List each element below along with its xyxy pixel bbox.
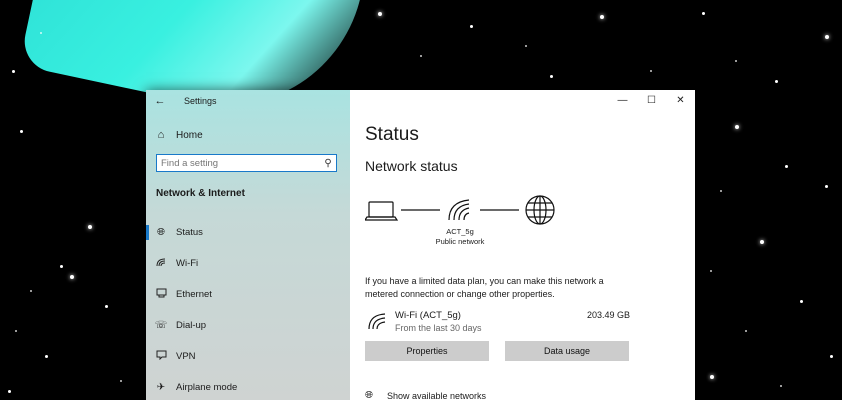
star <box>70 275 74 279</box>
star <box>550 75 553 78</box>
star <box>830 355 833 358</box>
star <box>800 300 803 303</box>
star <box>825 185 828 188</box>
show-networks-link[interactable]: 🌐︎ Show available networks <box>365 390 486 400</box>
app-title: Settings <box>184 96 217 106</box>
star <box>710 270 712 272</box>
globe-icon: 🌐︎ <box>365 390 373 400</box>
minimize-button[interactable]: — <box>608 90 637 110</box>
globe-icon <box>525 195 555 225</box>
star <box>702 12 705 15</box>
page-title: Status <box>365 124 419 145</box>
star <box>600 15 604 19</box>
info-text: If you have a limited data plan, you can… <box>365 276 604 299</box>
vpn-icon <box>146 350 176 363</box>
search-input[interactable] <box>157 157 320 169</box>
star <box>735 60 737 62</box>
dialup-icon: ☏︎ <box>154 320 168 331</box>
star <box>745 330 747 332</box>
nav-section-title: Network & Internet <box>156 188 245 199</box>
ethernet-icon <box>146 288 176 301</box>
sidebar-item-status[interactable]: 🌐︎ Status <box>146 217 350 248</box>
sidebar-item-label: Status <box>176 227 203 238</box>
sidebar-item-label: Airplane mode <box>176 382 238 393</box>
close-button[interactable]: ✕ <box>666 90 695 110</box>
show-networks-label: Show available networks <box>387 390 487 400</box>
nav-home-label: Home <box>176 129 203 141</box>
search-icon[interactable]: ⚲ <box>320 158 336 169</box>
sidebar-item-wifi[interactable]: Wi-Fi <box>146 248 350 279</box>
star <box>760 240 764 244</box>
search-box[interactable]: ⚲ <box>156 154 337 172</box>
caption-buttons: — ☐ ✕ <box>350 90 695 112</box>
star <box>780 385 782 387</box>
star <box>120 380 122 382</box>
star <box>650 70 652 72</box>
star <box>20 130 23 133</box>
star <box>8 390 11 393</box>
properties-button[interactable]: Properties <box>365 341 489 361</box>
star <box>15 330 17 332</box>
star <box>775 80 778 83</box>
star <box>825 35 829 39</box>
sidebar-item-ethernet[interactable]: Ethernet <box>146 279 350 310</box>
connection-period: From the last 30 days <box>395 323 482 333</box>
network-type: Public network <box>435 237 485 246</box>
home-icon: ⌂ <box>157 129 165 141</box>
sidebar-item-airplane[interactable]: ✈︎ Airplane mode <box>146 372 350 400</box>
maximize-button[interactable]: ☐ <box>637 90 666 110</box>
star <box>710 375 714 379</box>
star <box>420 55 422 57</box>
star <box>105 305 108 308</box>
wifi-icon <box>146 258 176 270</box>
nav-home[interactable]: ⌂ Home <box>146 126 350 144</box>
connection-row: Wi-Fi (ACT_5g) From the last 30 days 203… <box>365 310 630 334</box>
star <box>88 225 92 229</box>
star <box>60 265 63 268</box>
settings-sidebar: ← Settings ⌂ Home ⚲ Network & Internet 🌐… <box>146 90 350 400</box>
settings-window: ← Settings ⌂ Home ⚲ Network & Internet 🌐… <box>146 90 695 400</box>
star <box>30 290 32 292</box>
star <box>470 25 473 28</box>
connection-name: Wi-Fi (ACT_5g) <box>395 310 461 321</box>
sidebar-item-label: Wi-Fi <box>176 258 199 269</box>
nav-list: 🌐︎ Status Wi-Fi Ethernet ☏︎ Dial-up VPN … <box>146 217 350 400</box>
star <box>720 190 722 192</box>
sidebar-item-label: Ethernet <box>176 289 212 300</box>
network-label: ACT_5g Public network <box>420 227 500 247</box>
sidebar-item-vpn[interactable]: VPN <box>146 341 350 372</box>
star <box>378 12 382 16</box>
section-title: Network status <box>365 158 458 174</box>
star <box>12 70 15 73</box>
sidebar-item-label: Dial-up <box>176 320 207 331</box>
arrow-left-icon[interactable]: ← <box>146 95 174 107</box>
title-bar: ← Settings <box>146 90 350 112</box>
star <box>525 45 527 47</box>
airplane-icon: ✈︎ <box>156 382 166 393</box>
sidebar-item-label: VPN <box>176 351 196 362</box>
star <box>40 32 42 34</box>
laptop-icon <box>365 201 399 221</box>
data-usage-button[interactable]: Data usage <box>505 341 629 361</box>
data-usage-value: 203.49 GB <box>586 310 630 320</box>
sidebar-item-dialup[interactable]: ☏︎ Dial-up <box>146 310 350 341</box>
star <box>785 165 788 168</box>
wifi-icon <box>368 313 386 330</box>
star <box>45 355 48 358</box>
wifi-signal-icon <box>448 199 470 221</box>
network-name: ACT_5g <box>446 227 474 236</box>
globe-icon: 🌐︎ <box>157 227 165 238</box>
star <box>735 125 739 129</box>
main-content: — ☐ ✕ Status Network status ACT_5g Publi… <box>350 90 695 400</box>
